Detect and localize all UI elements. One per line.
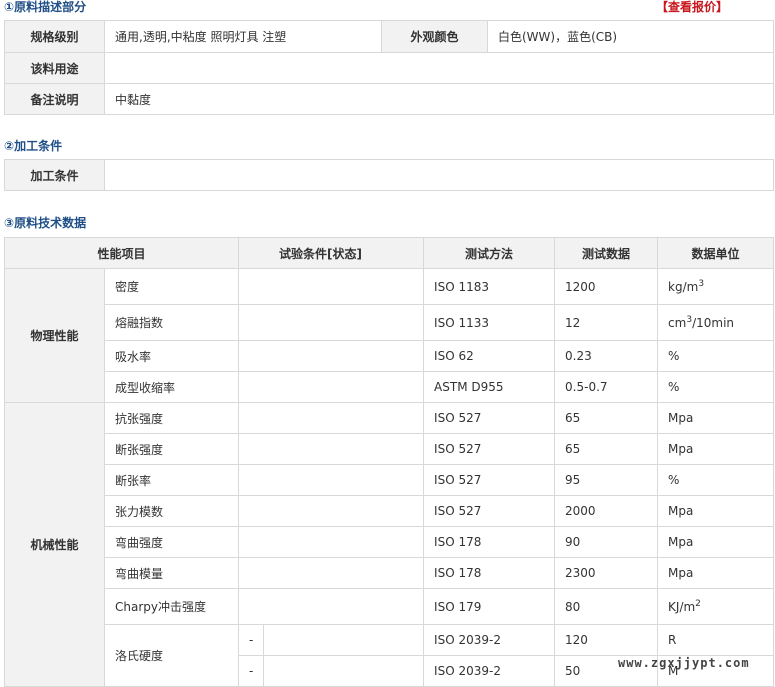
table-row-cond	[238, 526, 425, 558]
table-row-method: ISO 2039-2	[423, 655, 556, 687]
table-row-unit: Mpa	[657, 526, 775, 558]
spec-grade-label: 规格级别	[4, 20, 105, 53]
section-title-technical-data: ③原料技术数据	[4, 216, 87, 230]
header-test-condition: 试验条件[状态]	[238, 237, 425, 269]
table-row-cond	[238, 495, 425, 527]
table-row-cond	[238, 433, 425, 465]
table-row-unit: Mpa	[657, 433, 775, 465]
processing-label: 加工条件	[4, 159, 105, 191]
table-row-item: 洛氏硬度	[103, 624, 240, 687]
table-row-method: ISO 178	[423, 557, 556, 589]
table-row-unit: %	[657, 340, 775, 372]
processing-value	[104, 159, 774, 191]
table-row-cond	[238, 402, 425, 434]
table-row-cond	[238, 557, 425, 589]
table-row-cond	[238, 464, 425, 496]
table-row-value: 65	[554, 433, 659, 465]
table-row-unit: Mpa	[657, 495, 775, 527]
group-physical: 物理性能	[4, 268, 105, 403]
usage-label: 该料用途	[4, 52, 105, 84]
table-row-method: ISO 1183	[423, 268, 556, 305]
table-row-cond-extra	[263, 655, 425, 687]
table-row-value: 1200	[554, 268, 659, 305]
section-title-processing: ②加工条件	[4, 139, 63, 153]
table-row-item: 成型收缩率	[103, 371, 240, 403]
table-row-value: 95	[554, 464, 659, 496]
table-row-item: 断张率	[103, 464, 240, 496]
header-property: 性能项目	[3, 237, 240, 269]
table-row-value: 65	[554, 402, 659, 434]
table-row-cond: -	[238, 655, 265, 687]
table-row-method: ISO 527	[423, 495, 556, 527]
table-row-method: ISO 1133	[423, 304, 556, 341]
spec-grade-value: 通用,透明,中粘度 照明灯具 注塑	[104, 20, 382, 53]
table-row-item: 熔融指数	[103, 304, 240, 341]
table-row-item: 断张强度	[103, 433, 240, 465]
table-row-method: ISO 2039-2	[423, 624, 556, 656]
table-row-method: ISO 527	[423, 433, 556, 465]
table-row-value: 2000	[554, 495, 659, 527]
table-row-cond	[238, 371, 425, 403]
table-row-unit: cm3/10min	[657, 304, 775, 341]
table-row-unit: KJ/m2	[657, 588, 775, 625]
view-quote-link[interactable]: 【查看报价】	[656, 0, 728, 15]
table-row-unit: kg/m3	[657, 268, 775, 305]
processing-table: 加工条件	[4, 159, 774, 191]
table-row-value: 2300	[554, 557, 659, 589]
table-row-unit: %	[657, 371, 775, 403]
header-test-data: 测试数据	[554, 237, 659, 269]
site-watermark: www.zgxjjypt.com	[618, 656, 750, 670]
table-row-value: 80	[554, 588, 659, 625]
table-row-value: 0.5-0.7	[554, 371, 659, 403]
table-row-cond: -	[238, 624, 265, 656]
table-row-cond	[238, 268, 425, 305]
remarks-label: 备注说明	[4, 83, 105, 115]
table-row-value: 12	[554, 304, 659, 341]
table-row-method: ASTM D955	[423, 371, 556, 403]
appearance-color-label: 外观颜色	[381, 20, 488, 53]
table-row-method: ISO 179	[423, 588, 556, 625]
table-row-unit: Mpa	[657, 557, 775, 589]
table-row-unit: Mpa	[657, 402, 775, 434]
table-row-item: 吸水率	[103, 340, 240, 372]
section-title-material-description: ①原料描述部分	[4, 0, 87, 14]
table-row-method: ISO 527	[423, 402, 556, 434]
group-mechanical: 机械性能	[4, 402, 105, 687]
table-row-cond	[238, 340, 425, 372]
table-row-value: 120	[554, 624, 659, 656]
table-row-unit: %	[657, 464, 775, 496]
table-row-value: 0.23	[554, 340, 659, 372]
table-row-cond	[238, 588, 425, 625]
table-row-cond	[238, 304, 425, 341]
table-row-method: ISO 62	[423, 340, 556, 372]
technical-data-table: 性能项目 试验条件[状态] 测试方法 测试数据 数据单位 物理性能 密度 ISO…	[3, 237, 775, 687]
table-row-item: Charpy冲击强度	[103, 588, 240, 625]
table-row-method: ISO 178	[423, 526, 556, 558]
table-row-item: 抗张强度	[103, 402, 240, 434]
appearance-color-value: 白色(WW)，蓝色(CB)	[487, 20, 774, 53]
remarks-value: 中黏度	[104, 83, 774, 115]
table-row-item: 弯曲强度	[103, 526, 240, 558]
table-row-item: 弯曲模量	[103, 557, 240, 589]
table-row-method: ISO 527	[423, 464, 556, 496]
table-row-cond-extra	[263, 624, 425, 656]
table-row-value: 90	[554, 526, 659, 558]
header-test-method: 测试方法	[423, 237, 556, 269]
table-row-item: 张力模数	[103, 495, 240, 527]
table-row-item: 密度	[103, 268, 240, 305]
material-description-table: 规格级别 通用,透明,中粘度 照明灯具 注塑 外观颜色 白色(WW)，蓝色(CB…	[4, 20, 774, 115]
table-row-unit: R	[657, 624, 775, 656]
header-data-unit: 数据单位	[657, 237, 775, 269]
usage-value	[104, 52, 774, 84]
